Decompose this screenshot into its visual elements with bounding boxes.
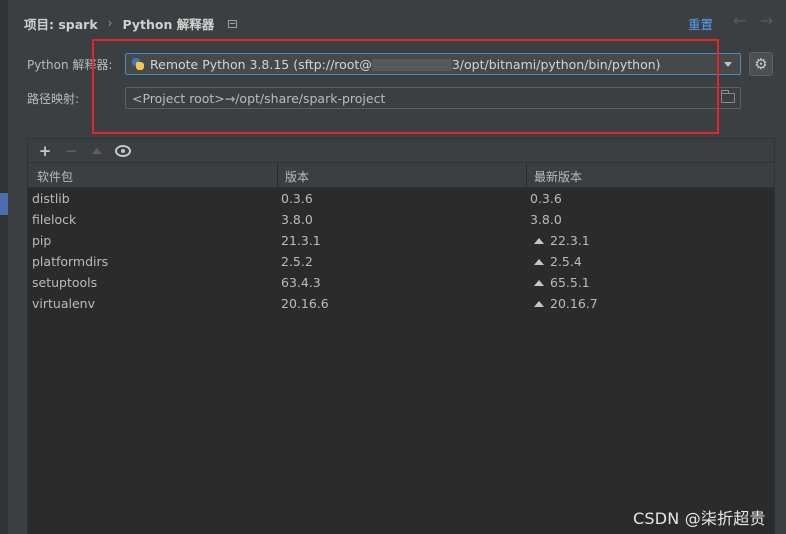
table-row[interactable]: virtualenv 20.16.6 20.16.7: [28, 293, 774, 314]
breadcrumb-page: Python 解释器: [122, 16, 215, 32]
left-sidebar-strip: [0, 0, 8, 534]
package-version: 0.3.6: [281, 191, 313, 206]
package-version: 3.8.0: [281, 212, 313, 227]
folder-icon[interactable]: [721, 90, 735, 103]
remove-package-button[interactable]: −: [60, 142, 82, 160]
window-icon: [228, 20, 238, 28]
package-version: 20.16.6: [281, 296, 329, 311]
upgrade-available-icon: [534, 301, 544, 307]
breadcrumb: 项目: spark › Python 解释器: [24, 14, 238, 32]
package-name: setuptools: [32, 275, 98, 290]
table-row[interactable]: platformdirs 2.5.2 2.5.4: [28, 251, 774, 272]
breadcrumb-separator: ›: [107, 16, 113, 30]
package-table: + − 软件包 版本 最新版本 distlib 0.3.6 0.3.6 file…: [27, 138, 775, 534]
table-row[interactable]: pip 21.3.1 22.3.1: [28, 230, 774, 251]
masked-host: [371, 59, 452, 71]
interpreter-settings-button[interactable]: ⚙: [749, 52, 773, 76]
table-row[interactable]: distlib 0.3.6 0.3.6: [28, 188, 774, 209]
package-latest: 65.5.1: [534, 275, 590, 290]
path-mapping-field[interactable]: <Project root>→/opt/share/spark-project: [125, 87, 741, 109]
python-icon: [131, 57, 146, 72]
column-divider: [277, 163, 278, 187]
package-toolbar: + −: [28, 139, 774, 163]
package-name: distlib: [32, 191, 70, 206]
breadcrumb-project: 项目: spark: [24, 16, 98, 32]
package-name: filelock: [32, 212, 77, 227]
upgrade-icon: [92, 147, 102, 154]
gear-icon: ⚙: [754, 55, 768, 73]
column-divider: [526, 163, 527, 187]
reset-link[interactable]: 重置: [688, 14, 713, 33]
package-version: 63.4.3: [281, 275, 321, 290]
column-header-version[interactable]: 版本: [285, 168, 309, 185]
package-latest: 3.8.0: [530, 212, 562, 227]
package-latest: 20.16.7: [534, 296, 598, 311]
package-version: 2.5.2: [281, 254, 313, 269]
column-header-latest[interactable]: 最新版本: [534, 168, 582, 185]
selected-settings-marker: [0, 193, 8, 215]
show-early-releases-button[interactable]: [112, 142, 134, 160]
column-header-package[interactable]: 软件包: [37, 168, 73, 185]
table-body: distlib 0.3.6 0.3.6 filelock 3.8.0 3.8.0…: [28, 188, 774, 314]
add-package-button[interactable]: +: [34, 142, 56, 160]
upgrade-available-icon: [534, 238, 544, 244]
table-header: 软件包 版本 最新版本: [28, 163, 774, 188]
back-arrow-icon[interactable]: ←: [733, 11, 746, 30]
upgrade-package-button[interactable]: [86, 142, 108, 160]
upgrade-available-icon: [534, 259, 544, 265]
chevron-down-icon[interactable]: [724, 62, 732, 67]
forward-arrow-icon[interactable]: →: [760, 11, 773, 30]
upgrade-available-icon: [534, 280, 544, 286]
package-name: virtualenv: [32, 296, 95, 311]
package-latest: 22.3.1: [534, 233, 590, 248]
package-latest: 2.5.4: [534, 254, 582, 269]
table-row[interactable]: filelock 3.8.0 3.8.0: [28, 209, 774, 230]
interpreter-value: Remote Python 3.8.15 (sftp://root@ 3/opt/…: [150, 56, 661, 72]
table-row[interactable]: setuptools 63.4.3 65.5.1: [28, 272, 774, 293]
path-mapping-label: 路径映射:: [27, 92, 80, 106]
watermark: CSDN @柒折超贵: [633, 509, 766, 528]
interpreter-select[interactable]: Remote Python 3.8.15 (sftp://root@ 3/opt/…: [125, 53, 741, 75]
package-latest: 0.3.6: [530, 191, 562, 206]
package-name: pip: [32, 233, 52, 248]
eye-icon: [115, 144, 131, 157]
path-mapping-value: <Project root>→/opt/share/spark-project: [132, 90, 386, 106]
package-name: platformdirs: [32, 254, 109, 269]
package-version: 21.3.1: [281, 233, 321, 248]
interpreter-label: Python 解释器:: [27, 58, 113, 72]
